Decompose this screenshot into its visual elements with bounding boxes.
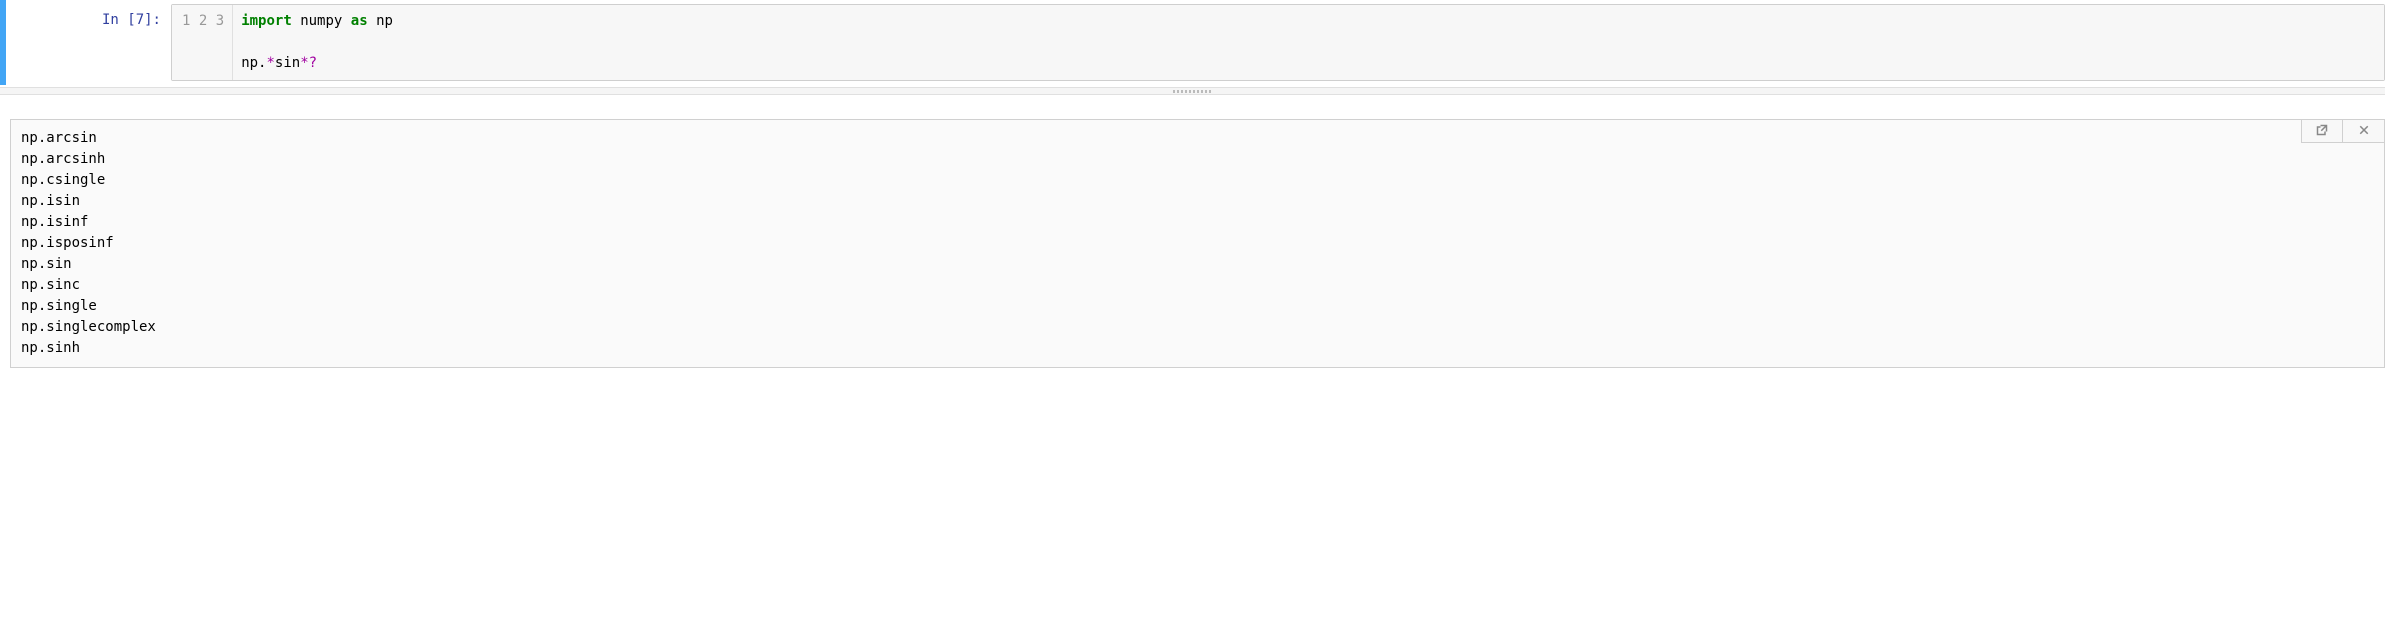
code-text: sin (275, 55, 300, 71)
output-line: np.sinh (21, 340, 80, 356)
output-line: np.single (21, 298, 97, 314)
output-line: np.isinf (21, 214, 88, 230)
pager-divider[interactable] (0, 87, 2385, 95)
pager-toolbar (2301, 119, 2385, 143)
code-editor[interactable]: import numpy as np np.*sin*? (233, 5, 2384, 80)
line-number-gutter: 1 2 3 (172, 5, 233, 80)
code-input-area[interactable]: 1 2 3 import numpy as np np.*sin*? (171, 4, 2385, 81)
input-prompt: In [7]: (6, 4, 171, 81)
pager-output-panel: np.arcsin np.arcsinh np.csingle np.isin … (10, 119, 2385, 368)
code-text: numpy (292, 13, 351, 29)
close-pager-button[interactable] (2343, 119, 2385, 143)
close-icon (2358, 124, 2370, 139)
external-link-icon (2316, 124, 2328, 139)
output-line: np.arcsinh (21, 151, 105, 167)
output-line: np.arcsin (21, 130, 97, 146)
pager-output-body[interactable]: np.arcsin np.arcsinh np.csingle np.isin … (10, 119, 2385, 368)
output-line: np.isposinf (21, 235, 114, 251)
output-line: np.csingle (21, 172, 105, 188)
code-text: np. (241, 55, 266, 71)
output-line: np.sinc (21, 277, 80, 293)
output-line: np.sin (21, 256, 72, 272)
wildcard-star: * (266, 55, 274, 71)
help-question-mark: ? (309, 55, 317, 71)
output-line: np.singlecomplex (21, 319, 156, 335)
output-line: np.isin (21, 193, 80, 209)
keyword-as: as (351, 13, 368, 29)
notebook-container: In [7]: 1 2 3 import numpy as np np.*sin… (0, 0, 2400, 368)
keyword-import: import (241, 13, 292, 29)
code-text: np (368, 13, 393, 29)
open-external-button[interactable] (2301, 119, 2343, 143)
wildcard-star: * (300, 55, 308, 71)
code-cell[interactable]: In [7]: 1 2 3 import numpy as np np.*sin… (0, 0, 2400, 85)
